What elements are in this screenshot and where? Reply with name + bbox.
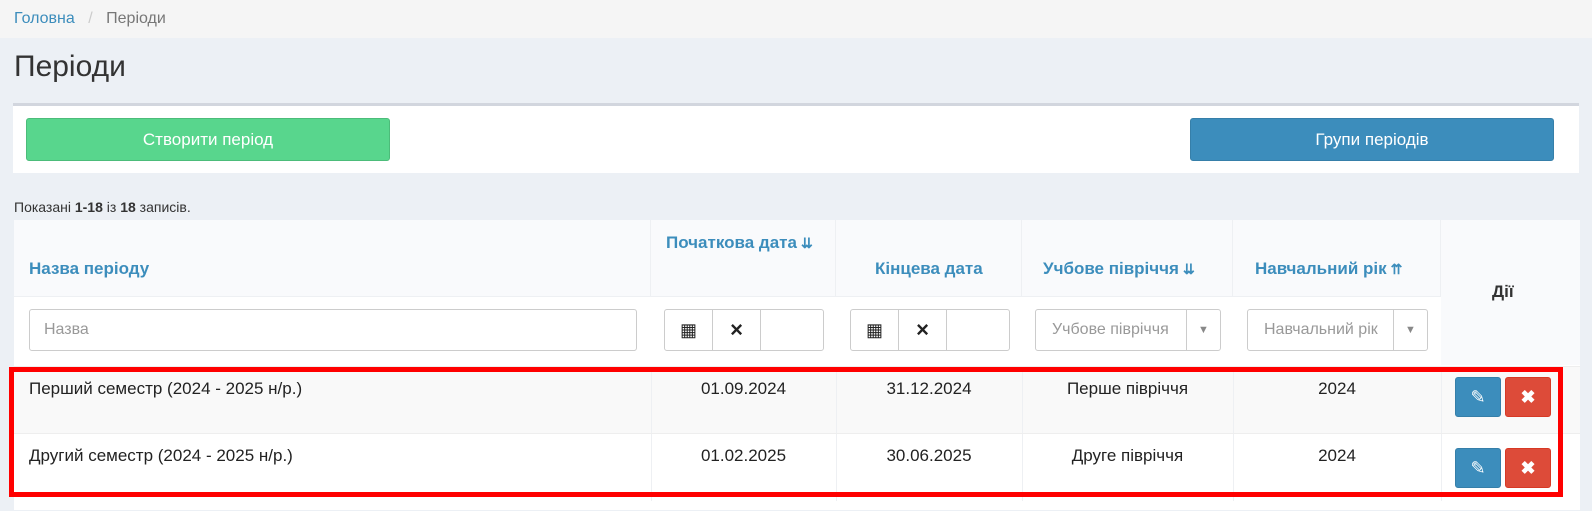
header-cell-year: Навчальний рік ⇈	[1233, 220, 1441, 296]
sort-amount-desc-icon: ⇈	[1390, 261, 1403, 277]
cell-end-date: 30.06.2025	[886, 446, 972, 465]
cell-end-date: 31.12.2024	[886, 379, 972, 398]
edit-button[interactable]: ✎	[1455, 377, 1501, 417]
start-date-header-label: Початкова дата	[666, 233, 797, 252]
cell-period-name: Перший семестр (2024 - 2025 н/р.)	[29, 379, 303, 398]
caret-down-icon: ▼	[1393, 310, 1427, 350]
cell-year: 2024	[1318, 379, 1356, 398]
toolbar: Створити період Групи періодів	[13, 103, 1579, 173]
pencil-icon: ✎	[1470, 386, 1486, 407]
clear-icon[interactable]: ×	[899, 310, 947, 350]
sort-link-year[interactable]: Навчальний рік ⇈	[1255, 259, 1402, 279]
breadcrumb-current: Періоди	[106, 10, 166, 27]
end-date-filter: ▦ ×	[850, 309, 1010, 351]
clear-icon[interactable]: ×	[713, 310, 761, 350]
cell-semester: Друге півріччя	[1071, 446, 1184, 465]
create-period-button[interactable]: Створити період	[26, 118, 390, 161]
cell-start-date: 01.02.2025	[700, 446, 787, 465]
year-filter-select[interactable]: Навчальний рік ▼	[1247, 309, 1428, 351]
cell-year: 2024	[1318, 446, 1356, 465]
header-cell-name: Назва періоду	[14, 220, 651, 296]
sort-amount-asc-icon: ⇊	[1182, 261, 1195, 277]
sort-link-end-date[interactable]: Кінцева дата	[875, 259, 983, 279]
start-date-input[interactable]	[761, 310, 823, 350]
semester-filter-placeholder: Учбове півріччя	[1052, 321, 1169, 338]
year-header-label: Навчальний рік	[1255, 259, 1387, 278]
records-summary: Показані 1-18 із 18 записів.	[14, 199, 191, 215]
sort-link-start-date[interactable]: Початкова дата ⇊	[666, 233, 813, 253]
semester-filter-select[interactable]: Учбове півріччя ▼	[1035, 309, 1221, 351]
name-filter-input[interactable]: Назва	[29, 309, 637, 351]
semester-header-label: Учбове півріччя	[1043, 259, 1179, 278]
summary-total: 18	[120, 199, 136, 215]
calendar-icon[interactable]: ▦	[851, 310, 899, 350]
header-cell-start-date: Початкова дата ⇊	[651, 220, 836, 296]
year-filter-placeholder: Навчальний рік	[1264, 321, 1378, 338]
breadcrumb-home-link[interactable]: Головна	[14, 10, 75, 27]
delete-icon: ✖	[1520, 386, 1536, 407]
delete-icon: ✖	[1520, 457, 1536, 478]
pencil-icon: ✎	[1470, 457, 1486, 478]
calendar-icon[interactable]: ▦	[665, 310, 713, 350]
sort-amount-asc-icon: ⇊	[800, 235, 813, 251]
start-date-filter: ▦ ×	[664, 309, 824, 351]
summary-suffix: записів.	[135, 199, 191, 215]
delete-button[interactable]: ✖	[1505, 377, 1551, 417]
actions-header: Дії	[1492, 282, 1514, 301]
page-title: Періоди	[14, 50, 126, 83]
table-row: Перший семестр (2024 - 2025 н/р.) 01.09.…	[14, 366, 1580, 434]
end-date-input[interactable]	[947, 310, 1009, 350]
summary-prefix: Показані	[14, 199, 75, 215]
header-cell-semester: Учбове півріччя ⇊	[1022, 220, 1233, 296]
cell-start-date: 01.09.2024	[700, 379, 787, 398]
delete-button[interactable]: ✖	[1505, 448, 1551, 488]
breadcrumb-separator: /	[88, 10, 93, 27]
caret-down-icon: ▼	[1186, 310, 1220, 350]
period-groups-button[interactable]: Групи періодів	[1190, 118, 1554, 161]
periods-grid: Назва періоду Початкова дата ⇊ Кінцева да…	[14, 220, 1580, 510]
summary-range: 1-18	[74, 199, 103, 215]
sort-link-semester[interactable]: Учбове півріччя ⇊	[1043, 259, 1195, 279]
summary-middle: із	[102, 199, 121, 215]
header-cell-actions: Дії	[1441, 220, 1580, 365]
edit-button[interactable]: ✎	[1455, 448, 1501, 488]
table-row: Другий семестр (2024 - 2025 н/р.) 01.02.…	[14, 433, 1580, 501]
sort-link-name[interactable]: Назва періоду	[29, 259, 149, 279]
cell-semester: Перше півріччя	[1066, 379, 1189, 398]
cell-period-name: Другий семестр (2024 - 2025 н/р.)	[29, 446, 293, 465]
header-cell-end-date: Кінцева дата	[836, 220, 1022, 296]
breadcrumb: Головна / Періоди	[0, 0, 1592, 38]
